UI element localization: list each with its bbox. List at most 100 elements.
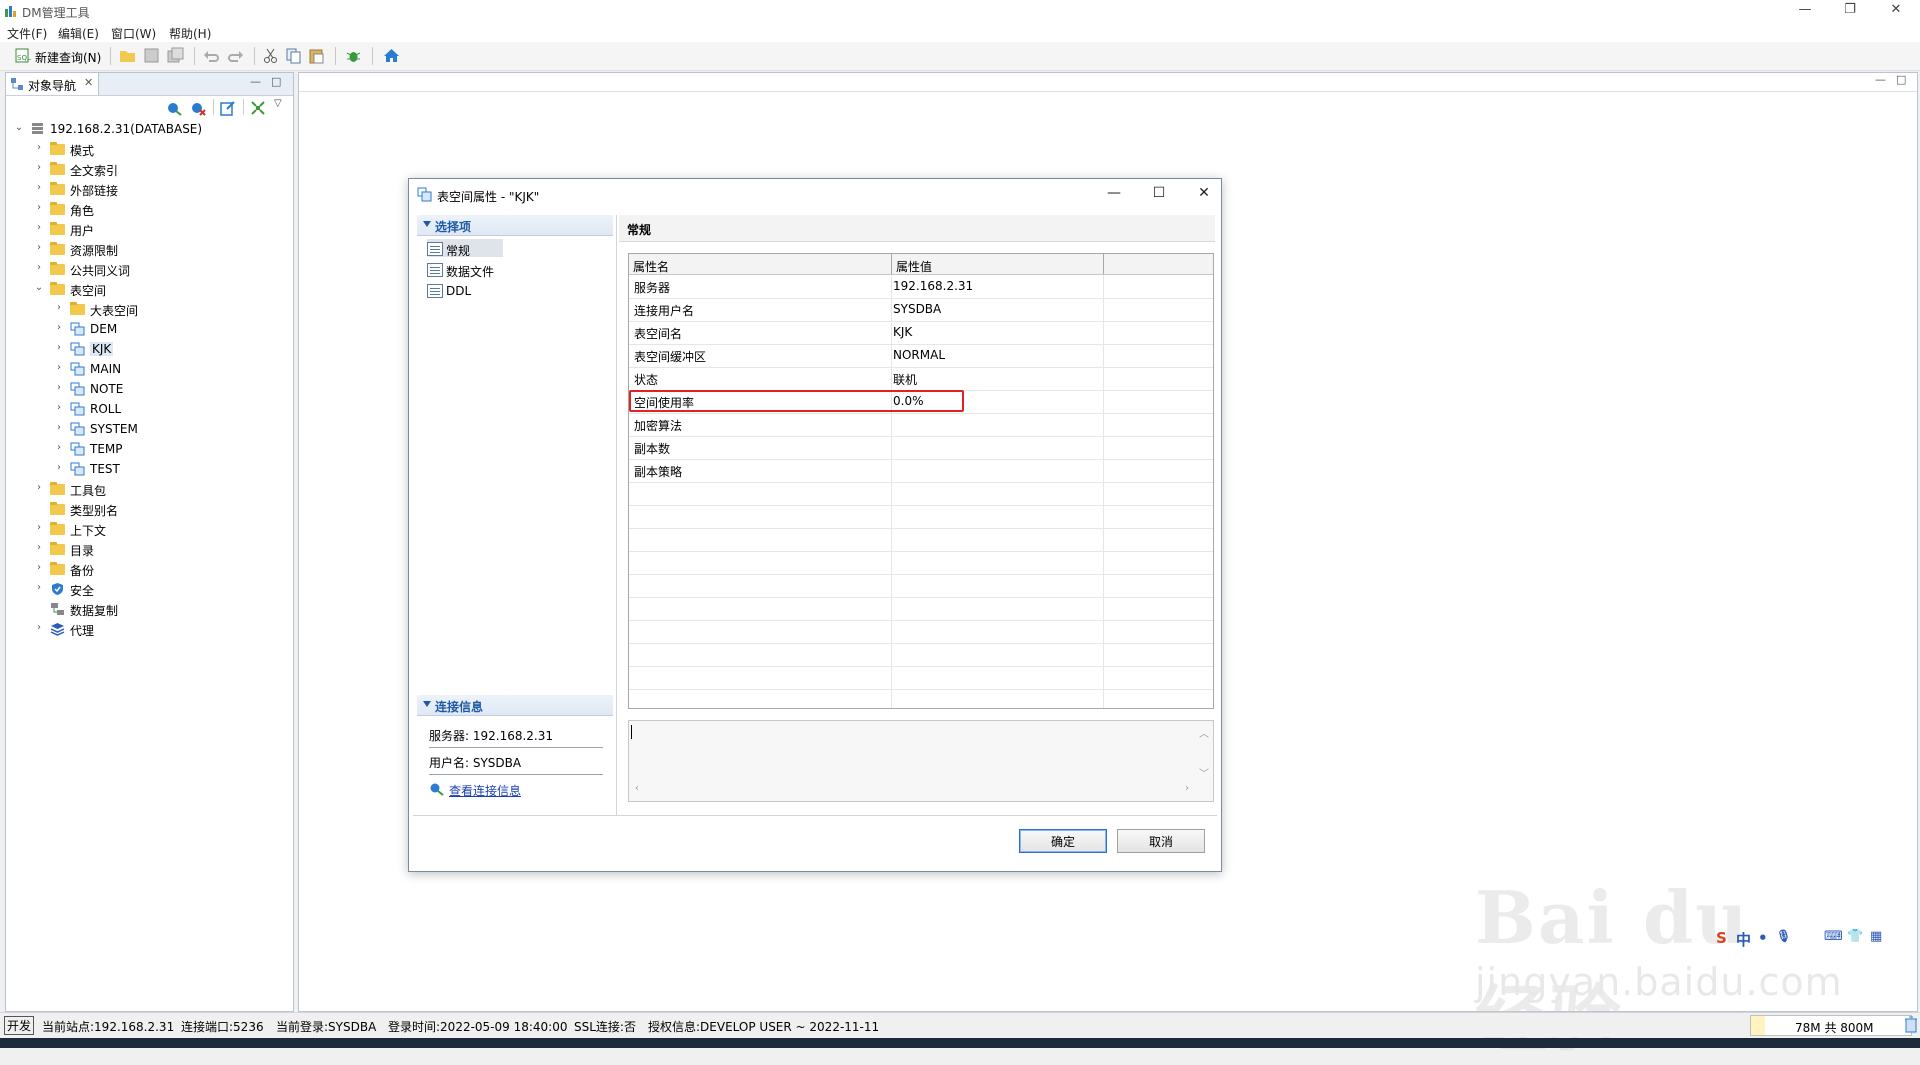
property-row[interactable]: [629, 574, 1213, 598]
chevron-right-icon[interactable]: ›: [34, 523, 44, 533]
open-folder-icon[interactable]: [119, 47, 136, 64]
column-header-value[interactable]: 属性值: [892, 254, 1104, 274]
chevron-right-icon[interactable]: ›: [34, 163, 44, 173]
chevron-right-icon[interactable]: ›: [54, 403, 64, 413]
chevron-right-icon[interactable]: ›: [54, 443, 64, 453]
tree-tablespace[interactable]: › MAIN: [6, 359, 286, 379]
save-icon[interactable]: [143, 47, 160, 64]
tab-object-navigator[interactable]: 对象导航 ✕: [6, 73, 99, 95]
tree-item[interactable]: 类型别名: [6, 499, 286, 519]
redo-icon[interactable]: [227, 47, 244, 64]
view-connection-info-link[interactable]: 查看连接信息: [449, 782, 521, 799]
disconnect-icon[interactable]: [190, 100, 206, 116]
maximize-view-icon[interactable]: □: [271, 75, 281, 88]
menu-window[interactable]: 窗口(W): [111, 25, 156, 42]
view-menu-icon[interactable]: ▽: [274, 98, 282, 109]
chevron-right-icon[interactable]: ›: [34, 203, 44, 213]
tree-item[interactable]: › 用户: [6, 219, 286, 239]
scroll-left-icon[interactable]: ‹: [635, 783, 639, 794]
ime-punct-icon[interactable]: •: [1758, 929, 1768, 947]
close-button[interactable]: ✕: [1876, 0, 1916, 22]
option-general[interactable]: 常规: [427, 239, 503, 258]
chevron-right-icon[interactable]: ›: [54, 303, 64, 313]
tree-tablespace[interactable]: › TEST: [6, 459, 286, 479]
chevron-down-icon[interactable]: ⌄: [14, 123, 24, 133]
home-icon[interactable]: [383, 47, 400, 64]
property-row[interactable]: 空间使用率 0.0%: [629, 390, 1213, 414]
minimize-view-icon[interactable]: —: [250, 75, 261, 88]
property-row[interactable]: [629, 551, 1213, 575]
tree-root-database[interactable]: ⌄ 192.168.2.31(DATABASE): [6, 119, 286, 139]
chevron-right-icon[interactable]: ›: [54, 463, 64, 473]
tree-tablespace[interactable]: › ROLL: [6, 399, 286, 419]
memory-indicator[interactable]: 78M 共 800M: [1750, 1015, 1912, 1036]
chevron-right-icon[interactable]: ›: [34, 243, 44, 253]
edit-icon[interactable]: [220, 100, 236, 116]
chevron-right-icon[interactable]: ›: [34, 563, 44, 573]
property-row[interactable]: [629, 666, 1213, 690]
ime-skin-icon[interactable]: 👕: [1847, 929, 1863, 944]
property-row[interactable]: [629, 505, 1213, 529]
cut-icon[interactable]: [262, 47, 279, 64]
tree-item[interactable]: › 安全: [6, 579, 286, 599]
chevron-right-icon[interactable]: ›: [54, 343, 64, 353]
chevron-right-icon[interactable]: ›: [34, 543, 44, 553]
tree-tablespace[interactable]: › NOTE: [6, 379, 286, 399]
chevron-right-icon[interactable]: ›: [34, 143, 44, 153]
tree-item[interactable]: › 模式: [6, 139, 286, 159]
ime-tools-icon[interactable]: ▦: [1870, 929, 1882, 944]
minimize-button[interactable]: —: [1785, 0, 1825, 22]
option-ddl[interactable]: DDL: [427, 281, 503, 299]
property-row[interactable]: 连接用户名 SYSDBA: [629, 298, 1213, 322]
chevron-right-icon[interactable]: ›: [34, 583, 44, 593]
column-header-name[interactable]: 属性名: [629, 254, 892, 274]
connect-icon[interactable]: [166, 100, 182, 116]
garbage-collect-icon[interactable]: [1904, 1016, 1918, 1033]
maximize-editor-icon[interactable]: □: [1896, 73, 1906, 86]
property-row[interactable]: 加密算法: [629, 413, 1213, 437]
tree-item[interactable]: › 角色: [6, 199, 286, 219]
tree-tablespace[interactable]: › TEMP: [6, 439, 286, 459]
property-row[interactable]: 副本策略: [629, 459, 1213, 483]
description-textarea[interactable]: ︿ ﹀ ‹ ›: [628, 720, 1214, 802]
tree-item[interactable]: ⌄ 表空间: [6, 279, 286, 299]
ime-chinese-toggle[interactable]: 中: [1736, 929, 1751, 950]
tree-item[interactable]: › 资源限制: [6, 239, 286, 259]
property-row[interactable]: 表空间缓冲区 NORMAL: [629, 344, 1213, 368]
chevron-right-icon[interactable]: ›: [34, 483, 44, 493]
tree-tablespace[interactable]: › SYSTEM: [6, 419, 286, 439]
tree-item[interactable]: › 工具包: [6, 479, 286, 499]
new-query-icon[interactable]: SQL: [14, 47, 31, 64]
chevron-down-icon[interactable]: ⌄: [34, 283, 44, 293]
expand-all-icon[interactable]: [250, 100, 266, 116]
property-row[interactable]: 状态 联机: [629, 367, 1213, 391]
property-row[interactable]: 服务器 192.168.2.31: [629, 275, 1213, 299]
dialog-minimize-button[interactable]: —: [1099, 185, 1129, 205]
property-row[interactable]: 副本数: [629, 436, 1213, 460]
menu-edit[interactable]: 编辑(E): [58, 25, 99, 42]
tree-item[interactable]: › 外部链接: [6, 179, 286, 199]
options-section-header[interactable]: 选择项: [417, 215, 613, 236]
tree-tablespace[interactable]: › 大表空间: [6, 299, 286, 319]
copy-icon[interactable]: [285, 47, 302, 64]
tree-tablespace[interactable]: › DEM: [6, 319, 286, 339]
cancel-button[interactable]: 取消: [1117, 829, 1205, 853]
restore-button[interactable]: ❐: [1830, 0, 1870, 22]
property-row[interactable]: [629, 528, 1213, 552]
property-row[interactable]: [629, 620, 1213, 644]
debug-icon[interactable]: [345, 47, 362, 64]
menu-file[interactable]: 文件(F): [7, 25, 47, 42]
tree-tablespace[interactable]: › KJK: [6, 339, 286, 359]
tree-item[interactable]: › 公共同义词: [6, 259, 286, 279]
chevron-right-icon[interactable]: ›: [54, 363, 64, 373]
chevron-right-icon[interactable]: ›: [34, 223, 44, 233]
property-row[interactable]: [629, 482, 1213, 506]
tree-item[interactable]: › 备份: [6, 559, 286, 579]
tree-item[interactable]: › 上下文: [6, 519, 286, 539]
close-tab-icon[interactable]: ✕: [84, 76, 93, 89]
minimize-editor-icon[interactable]: —: [1875, 73, 1886, 86]
scroll-right-icon[interactable]: ›: [1185, 783, 1189, 794]
save-all-icon[interactable]: [167, 47, 184, 64]
ime-mic-icon[interactable]: 🎙: [1776, 929, 1791, 943]
chevron-right-icon[interactable]: ›: [54, 423, 64, 433]
